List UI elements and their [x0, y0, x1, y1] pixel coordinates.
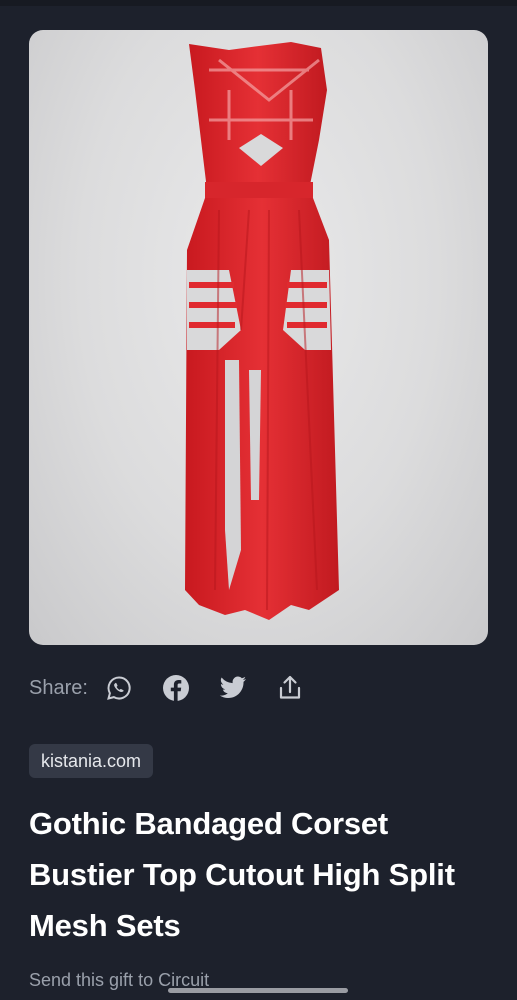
product-image[interactable] — [29, 30, 488, 645]
share-row: Share: — [29, 668, 332, 708]
source-domain-badge[interactable]: kistania.com — [29, 744, 154, 778]
status-bar-edge — [0, 0, 517, 6]
home-indicator[interactable] — [168, 988, 348, 993]
red-dress-illustration — [185, 42, 339, 620]
twitter-icon[interactable] — [218, 673, 248, 703]
whatsapp-icon[interactable] — [104, 673, 134, 703]
share-upload-icon[interactable] — [275, 673, 305, 703]
facebook-icon[interactable] — [161, 673, 191, 703]
share-label: Share: — [29, 676, 88, 699]
product-title: Gothic Bandaged Corset Bustier Top Cutou… — [29, 806, 455, 943]
